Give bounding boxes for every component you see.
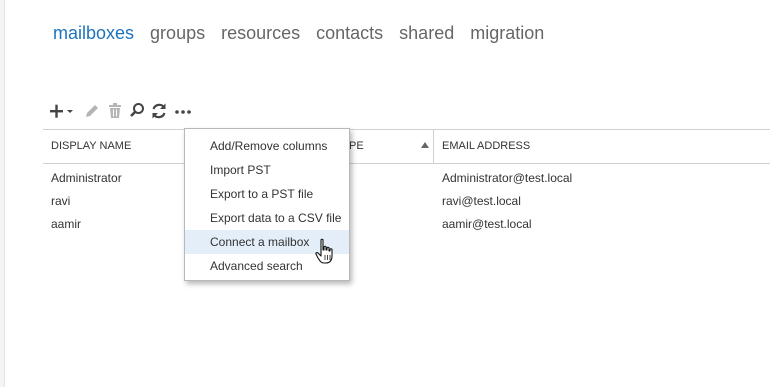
add-icon [50,104,73,118]
cell-email: aamir@test.local [442,217,532,231]
tab-resources[interactable]: resources [221,22,300,44]
sort-ascending-icon [421,142,429,148]
cell-display-name: ravi [51,194,71,208]
table-row[interactable]: ravi ravi@test.local [43,190,770,213]
menu-item-add-remove-columns[interactable]: Add/Remove columns [185,134,349,158]
more-button[interactable] [173,100,193,122]
delete-button[interactable] [107,100,123,122]
cell-display-name: Administrator [51,171,122,185]
column-header-type[interactable]: PE [349,130,364,163]
menu-item-import-pst[interactable]: Import PST [185,158,349,182]
tab-contacts[interactable]: contacts [316,22,383,44]
delete-icon [109,103,121,118]
hand-cursor-icon [315,238,333,264]
search-button[interactable] [129,100,145,122]
left-edge-strip [0,0,5,387]
menu-item-export-pst[interactable]: Export to a PST file [185,182,349,206]
edit-button[interactable] [83,100,101,122]
tab-migration[interactable]: migration [470,22,544,44]
tab-mailboxes[interactable]: mailboxes [53,22,134,44]
tab-shared[interactable]: shared [399,22,454,44]
cell-display-name: aamir [51,217,82,231]
table-row[interactable]: Administrator Administrator@test.local [43,167,770,190]
edit-icon [86,105,98,117]
search-icon [130,103,144,117]
column-header-email-address[interactable]: EMAIL ADDRESS [442,130,530,163]
cell-email: ravi@test.local [442,194,521,208]
refresh-button[interactable] [151,100,167,122]
toolbar [47,100,199,122]
cell-email: Administrator@test.local [442,171,573,185]
add-button[interactable] [47,100,77,122]
more-icon [175,110,191,114]
column-header-display-name[interactable]: DISPLAY NAME [51,130,131,163]
refresh-icon [152,103,166,119]
tab-groups[interactable]: groups [150,22,205,44]
menu-item-export-csv[interactable]: Export data to a CSV file [185,206,349,230]
nav-tabs: mailboxes groups resources contacts shar… [53,22,544,44]
table-row[interactable]: aamir aamir@test.local [43,213,770,236]
column-divider [433,130,434,163]
table-header: DISPLAY NAME PE EMAIL ADDRESS [43,129,770,164]
